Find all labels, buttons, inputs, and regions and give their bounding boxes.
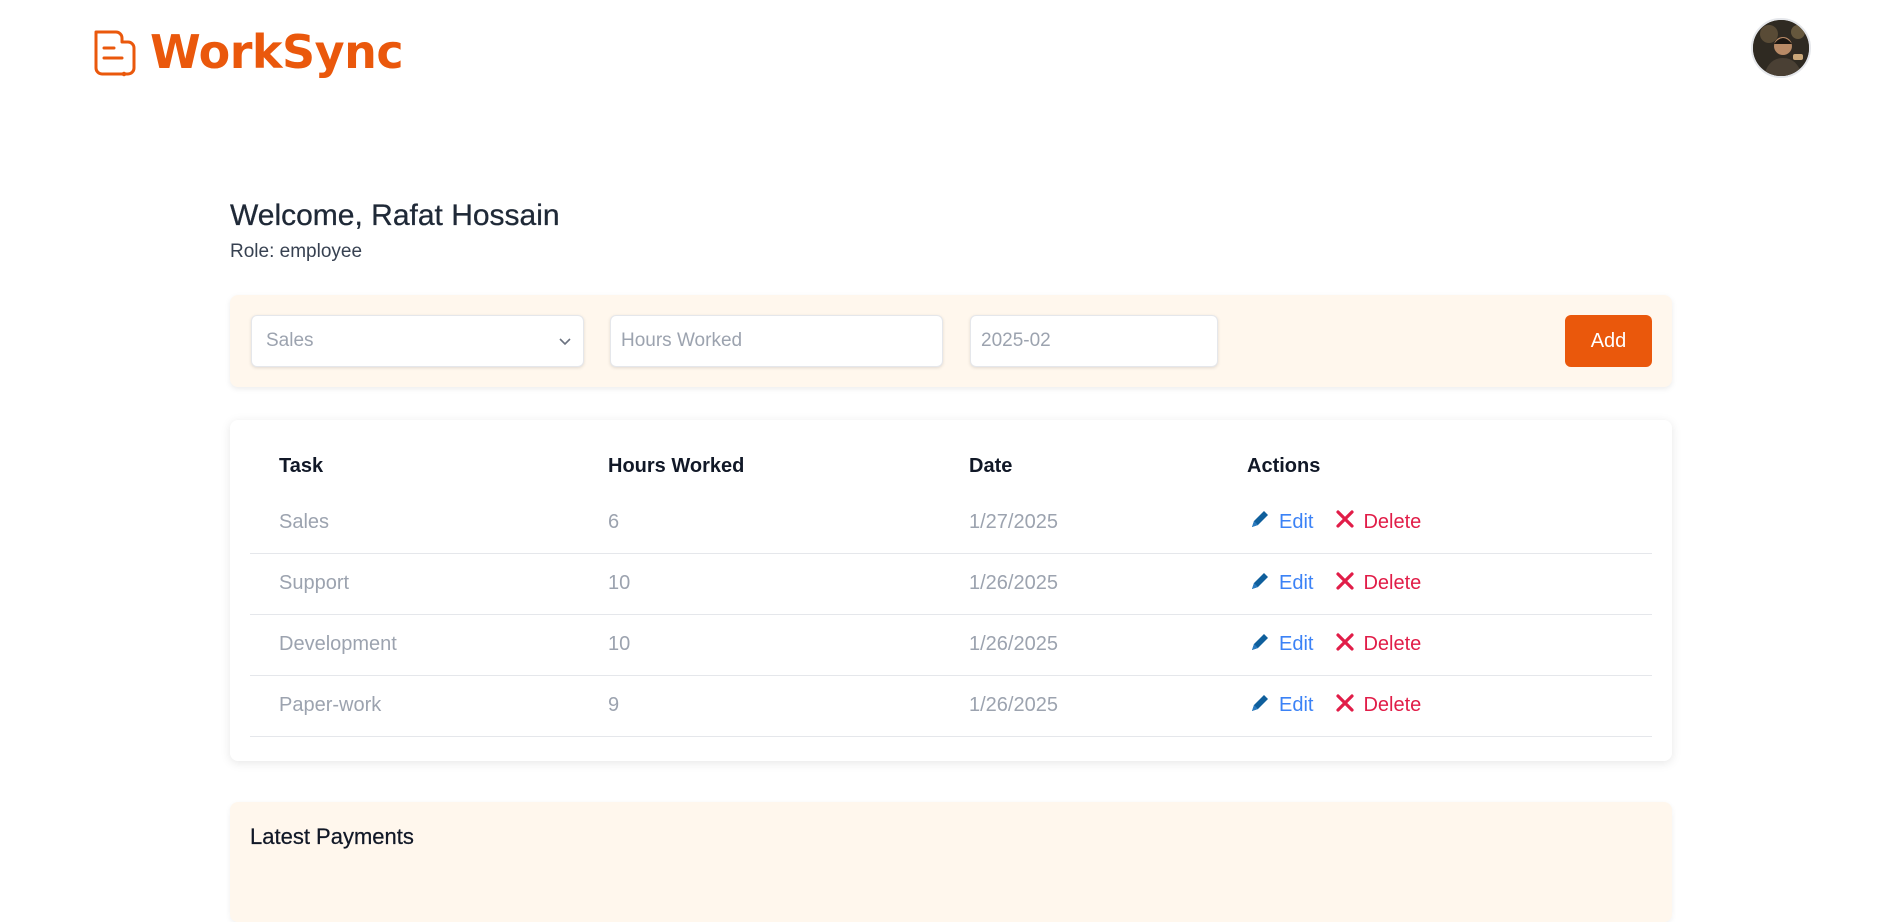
delete-button[interactable]: Delete xyxy=(1335,693,1421,719)
header-hours-worked: Hours Worked xyxy=(608,454,745,477)
brand-name: WorkSync xyxy=(150,25,404,79)
cell-date: 1/26/2025 xyxy=(969,553,1247,615)
table-row: Sales 6 1/27/2025 Edit Delete xyxy=(250,492,1652,554)
close-icon xyxy=(1335,632,1355,658)
date-picker[interactable]: 2025-02 xyxy=(970,315,1218,367)
user-role: Role: employee xyxy=(230,241,363,262)
cell-actions: Edit Delete xyxy=(1247,614,1652,676)
cell-task: Support xyxy=(250,553,608,615)
cell-date: 1/27/2025 xyxy=(969,492,1247,554)
delete-label: Delete xyxy=(1363,633,1422,655)
close-icon xyxy=(1335,693,1355,719)
cell-actions: Edit Delete xyxy=(1247,675,1652,737)
user-avatar[interactable] xyxy=(1751,18,1811,78)
pen-icon xyxy=(1249,692,1271,720)
edit-label: Edit xyxy=(1279,633,1314,655)
edit-button[interactable]: Edit xyxy=(1249,631,1313,659)
table-row: Development 10 1/26/2025 Edit Delete xyxy=(250,614,1652,676)
edit-button[interactable]: Edit xyxy=(1249,570,1313,598)
pen-icon xyxy=(1249,631,1271,659)
date-picker-value: 2025-02 xyxy=(981,330,1051,351)
dashboard-main: Welcome, Rafat Hossain Role: employee Sa… xyxy=(230,195,1672,922)
cell-actions: Edit Delete xyxy=(1247,553,1652,615)
worksheet-table: Task Hours Worked Date Actions Sales 6 1… xyxy=(250,440,1652,737)
delete-label: Delete xyxy=(1363,510,1422,533)
cell-hours: 10 xyxy=(608,614,969,676)
edit-button[interactable]: Edit xyxy=(1249,692,1313,720)
task-select[interactable]: Sales xyxy=(251,315,584,367)
table-row: Support 10 1/26/2025 Edit Delete xyxy=(250,553,1652,615)
task-select-value: Sales xyxy=(266,330,314,351)
delete-button[interactable]: Delete xyxy=(1335,571,1421,597)
pen-icon xyxy=(1249,570,1271,598)
hours-worked-input[interactable] xyxy=(610,315,943,367)
cell-hours: 6 xyxy=(608,492,969,554)
delete-button[interactable]: Delete xyxy=(1335,509,1421,535)
cell-task: Sales xyxy=(250,492,608,554)
cell-date: 1/26/2025 xyxy=(969,675,1247,737)
close-icon xyxy=(1335,509,1355,535)
delete-label: Delete xyxy=(1363,694,1422,716)
edit-button[interactable]: Edit xyxy=(1249,508,1313,536)
welcome-heading: Welcome, Rafat Hossain xyxy=(230,199,560,232)
latest-payments-section: Latest Payments xyxy=(230,802,1672,922)
pen-icon xyxy=(1249,508,1271,536)
latest-payments-heading: Latest Payments xyxy=(250,824,414,849)
edit-label: Edit xyxy=(1279,572,1314,594)
cell-hours: 10 xyxy=(608,553,969,615)
cell-date: 1/26/2025 xyxy=(969,614,1247,676)
document-logo-icon xyxy=(88,26,140,78)
header-task: Task xyxy=(279,454,324,477)
chevron-down-icon xyxy=(559,333,571,349)
add-worksheet-form: Sales 2025-02 Add xyxy=(230,295,1672,387)
cell-task: Development xyxy=(250,614,608,676)
delete-label: Delete xyxy=(1363,572,1422,594)
delete-button[interactable]: Delete xyxy=(1335,632,1421,658)
table-header-row: Task Hours Worked Date Actions xyxy=(250,440,1652,492)
table-row: Paper-work 9 1/26/2025 Edit Delete xyxy=(250,675,1652,737)
cell-actions: Edit Delete xyxy=(1247,492,1652,554)
add-button[interactable]: Add xyxy=(1565,315,1652,367)
header-date: Date xyxy=(969,454,1013,477)
brand-logo[interactable]: WorkSync xyxy=(88,25,404,79)
worksheet-table-card: Task Hours Worked Date Actions Sales 6 1… xyxy=(230,420,1672,761)
close-icon xyxy=(1335,571,1355,597)
edit-label: Edit xyxy=(1279,694,1314,716)
edit-label: Edit xyxy=(1279,510,1314,533)
header-actions: Actions xyxy=(1247,454,1321,477)
top-navbar: WorkSync xyxy=(0,0,1896,100)
cell-task: Paper-work xyxy=(250,675,608,737)
cell-hours: 9 xyxy=(608,675,969,737)
